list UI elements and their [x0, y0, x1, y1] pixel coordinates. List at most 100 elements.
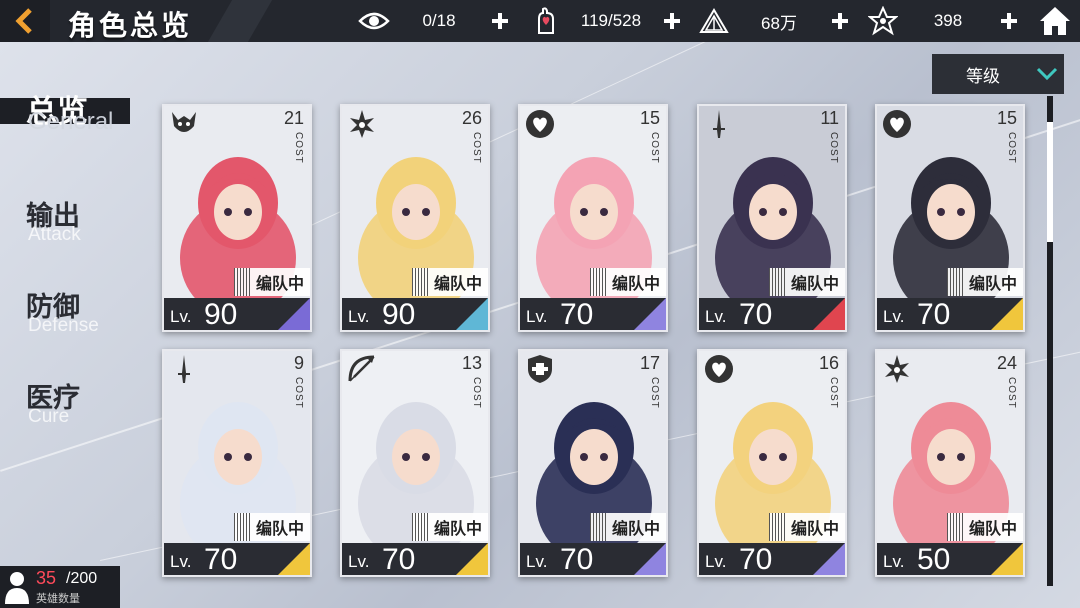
barcode-icon [769, 268, 787, 296]
barcode-icon [234, 513, 252, 541]
barcode-icon [769, 513, 787, 541]
character-card[interactable]: 26 COST 编队中 Lv. 90 [340, 104, 490, 332]
add-button[interactable] [997, 9, 1021, 33]
level-value: 70 [739, 298, 773, 331]
add-button[interactable] [488, 9, 512, 33]
barcode-icon [947, 513, 965, 541]
level-prefix: Lv. [526, 307, 548, 326]
character-card[interactable]: 13 COST 编队中 Lv. 70 [340, 349, 490, 577]
sort-dropdown[interactable]: 等级 [932, 54, 1064, 94]
level-bar: Lv. 70 [699, 298, 845, 330]
character-card[interactable]: 15 COST 编队中 Lv. 70 [875, 104, 1025, 332]
level-prefix: Lv. [705, 552, 727, 571]
home-button[interactable] [1038, 5, 1072, 37]
hero-count-max: /200 [66, 570, 98, 587]
cost-label: COST [1006, 132, 1017, 164]
sword-icon [713, 110, 725, 138]
scrollbar-thumb[interactable] [1047, 122, 1053, 242]
chevron-down-icon [1036, 67, 1058, 81]
level-bar: Lv. 70 [520, 298, 666, 330]
character-card[interactable]: 9 COST 编队中 Lv. 70 [162, 349, 312, 577]
plus-icon [664, 13, 680, 29]
resource-value: 68万 [761, 13, 797, 33]
cost-value: 11 [820, 108, 839, 128]
tab-general[interactable]: 总览 General [0, 86, 140, 156]
in-team-label: 编队中 [612, 519, 661, 538]
back-button[interactable] [0, 0, 50, 42]
character-card[interactable]: 21 COST 编队中 Lv. 90 [162, 104, 312, 332]
level-prefix: Lv. [526, 552, 548, 571]
level-bar: Lv. 70 [520, 543, 666, 575]
level-prefix: Lv. [170, 307, 192, 326]
in-team-badge: 编队中 [412, 513, 488, 541]
cost-value: 26 [461, 108, 482, 128]
in-team-label: 编队中 [612, 274, 661, 293]
add-button[interactable] [828, 9, 852, 33]
level-value: 70 [204, 543, 238, 576]
person-icon [5, 572, 29, 604]
cost-value: 9 [293, 353, 304, 373]
level-bar: Lv. 70 [699, 543, 845, 575]
character-card[interactable]: 17 COST 编队中 Lv. 70 [518, 349, 668, 577]
eye-icon [358, 5, 390, 37]
resource-pyramid: 68万 [698, 0, 852, 42]
level-value: 90 [382, 298, 416, 331]
level-prefix: Lv. [883, 552, 905, 571]
hero-count-label: 英雄数量 [36, 592, 80, 605]
page-title: 角色总览 [68, 9, 193, 42]
character-card[interactable]: 16 COST 编队中 Lv. 70 [697, 349, 847, 577]
barcode-icon [234, 268, 252, 296]
back-arrow-icon [15, 8, 32, 34]
hero-count-current: 35 [36, 568, 57, 588]
tab-attack[interactable]: 输出 Attack [0, 194, 140, 264]
cost-label: COST [293, 377, 304, 409]
resource-value: 398 [933, 11, 963, 30]
cost-value: 17 [639, 353, 660, 373]
plus-icon [492, 13, 508, 29]
in-team-label: 编队中 [256, 519, 305, 538]
level-bar: Lv. 90 [342, 298, 488, 330]
cost-value: 21 [283, 108, 304, 128]
tab-cure[interactable]: 医疗 Cure [0, 376, 140, 446]
cost-value: 16 [818, 353, 839, 373]
plus-icon [1001, 13, 1017, 29]
barcode-icon [412, 513, 430, 541]
in-team-badge: 编队中 [769, 513, 845, 541]
character-card[interactable]: 24 COST 编队中 Lv. 50 [875, 349, 1025, 577]
in-team-label: 编队中 [256, 274, 305, 293]
in-team-badge: 编队中 [590, 268, 666, 296]
cost-label: COST [471, 132, 482, 164]
in-team-label: 编队中 [434, 519, 483, 538]
character-card[interactable]: 15 COST 编队中 Lv. 70 [518, 104, 668, 332]
heart-icon [705, 355, 733, 383]
level-bar: Lv. 50 [877, 543, 1023, 575]
plus-icon [832, 13, 848, 29]
level-value: 70 [739, 543, 773, 576]
cost-label: COST [293, 132, 304, 164]
resource-eye: 0/18 [358, 0, 512, 42]
in-team-label: 编队中 [434, 274, 483, 293]
scrollbar[interactable] [1047, 96, 1053, 586]
spirit-icon [350, 110, 374, 138]
demon-icon [172, 112, 196, 132]
level-bar: Lv. 70 [342, 543, 488, 575]
in-team-label: 编队中 [969, 519, 1018, 538]
cost-label: COST [1006, 377, 1017, 409]
tab-sublabel: Attack [28, 224, 81, 245]
level-value: 50 [917, 543, 951, 576]
character-card[interactable]: 11 COST 编队中 Lv. 70 [697, 104, 847, 332]
barcode-icon [947, 268, 965, 296]
barcode-icon [590, 513, 608, 541]
barcode-icon [412, 268, 430, 296]
heart-icon [526, 110, 554, 138]
cost-value: 15 [639, 108, 660, 128]
level-prefix: Lv. [348, 552, 370, 571]
in-team-badge: 编队中 [412, 268, 488, 296]
tab-defense[interactable]: 防御 Defense [0, 285, 140, 355]
in-team-badge: 编队中 [234, 268, 310, 296]
add-button[interactable] [660, 9, 684, 33]
star-icon [867, 5, 899, 37]
level-bar: Lv. 70 [164, 543, 310, 575]
resource-value: 0/18 [422, 11, 456, 30]
cost-value: 13 [461, 353, 482, 373]
